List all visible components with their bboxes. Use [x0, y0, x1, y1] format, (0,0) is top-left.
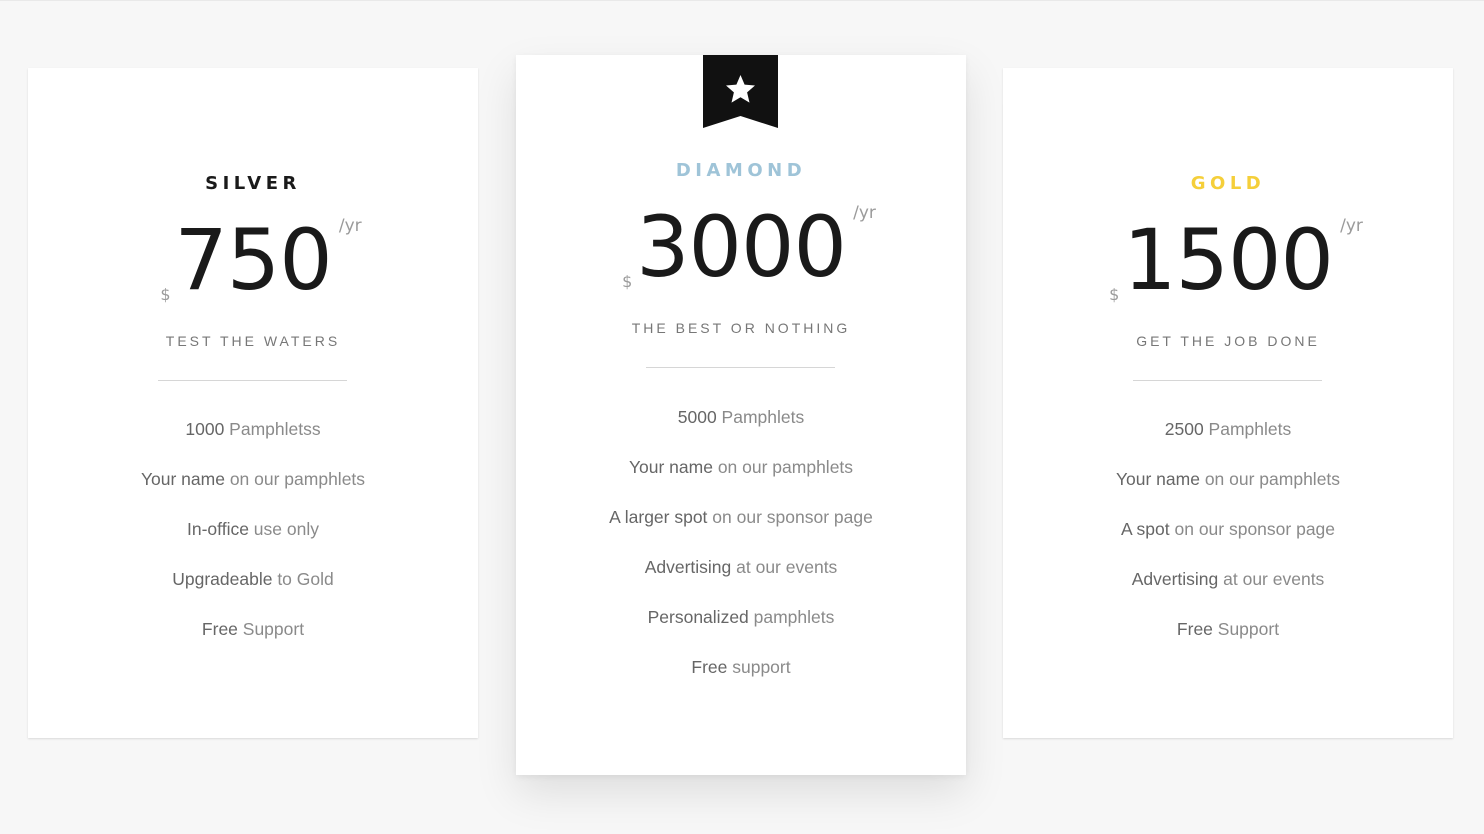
divider — [646, 367, 835, 368]
price-amount: 1500 — [1123, 211, 1334, 309]
star-icon — [703, 55, 778, 128]
price-block: $ 750 /yr — [28, 210, 478, 310]
feature-item: Advertising at our events — [644, 557, 838, 577]
divider — [1133, 380, 1322, 381]
feature-item: Your name on our pamphlets — [1115, 469, 1341, 489]
price-period: /yr — [338, 216, 362, 236]
price-period: /yr — [1340, 216, 1363, 236]
feature-item: 2500 Pamphlets — [1164, 419, 1292, 439]
plan-tagline: THE BEST OR NOTHING — [631, 320, 851, 336]
feature-item: A spot on our sponsor page — [1120, 519, 1336, 539]
pricing-card-diamond: DIAMOND $ 3000 /yr THE BEST OR NOTHING 5… — [516, 55, 966, 775]
price-block: $ 3000 /yr — [516, 197, 966, 297]
currency-symbol: $ — [622, 272, 633, 291]
price-amount: 750 — [174, 211, 332, 309]
plan-tagline: GET THE JOB DONE — [1136, 333, 1320, 349]
top-border — [0, 0, 1484, 1]
feature-item: Personalized pamphlets — [647, 607, 835, 627]
price-block: $ 1500 /yr — [1003, 210, 1453, 310]
feature-item: 5000 Pamphlets — [677, 407, 805, 427]
feature-item: 1000 Pamphletss — [185, 419, 321, 439]
price-amount: 3000 — [636, 198, 847, 296]
pricing-card-silver: SILVER $ 750 /yr TEST THE WATERS 1000 Pa… — [28, 68, 478, 738]
feature-item: Free support — [691, 657, 791, 677]
divider — [158, 380, 347, 381]
featured-ribbon — [703, 55, 778, 128]
plan-name: GOLD — [1190, 173, 1266, 194]
feature-item: Your name on our pamphlets — [628, 457, 854, 477]
feature-item: A larger spot on our sponsor page — [609, 507, 873, 527]
feature-list: 5000 Pamphlets Your name on our pamphlet… — [516, 404, 966, 704]
plan-name: SILVER — [205, 173, 301, 194]
feature-item: Free Support — [201, 619, 305, 639]
feature-item: In-office use only — [187, 519, 319, 539]
feature-item: Upgradeable to Gold — [172, 569, 334, 589]
feature-list: 2500 Pamphlets Your name on our pamphlet… — [1003, 416, 1453, 666]
plan-tagline: TEST THE WATERS — [165, 333, 341, 349]
plan-name: DIAMOND — [675, 160, 807, 181]
feature-item: Free Support — [1176, 619, 1280, 639]
feature-item: Advertising at our events — [1131, 569, 1325, 589]
currency-symbol: $ — [160, 285, 171, 304]
feature-list: 1000 Pamphletss Your name on our pamphle… — [28, 416, 478, 666]
pricing-card-gold: GOLD $ 1500 /yr GET THE JOB DONE 2500 Pa… — [1003, 68, 1453, 738]
feature-item: Your name on our pamphlets — [140, 469, 366, 489]
price-period: /yr — [853, 203, 876, 223]
currency-symbol: $ — [1109, 285, 1120, 304]
